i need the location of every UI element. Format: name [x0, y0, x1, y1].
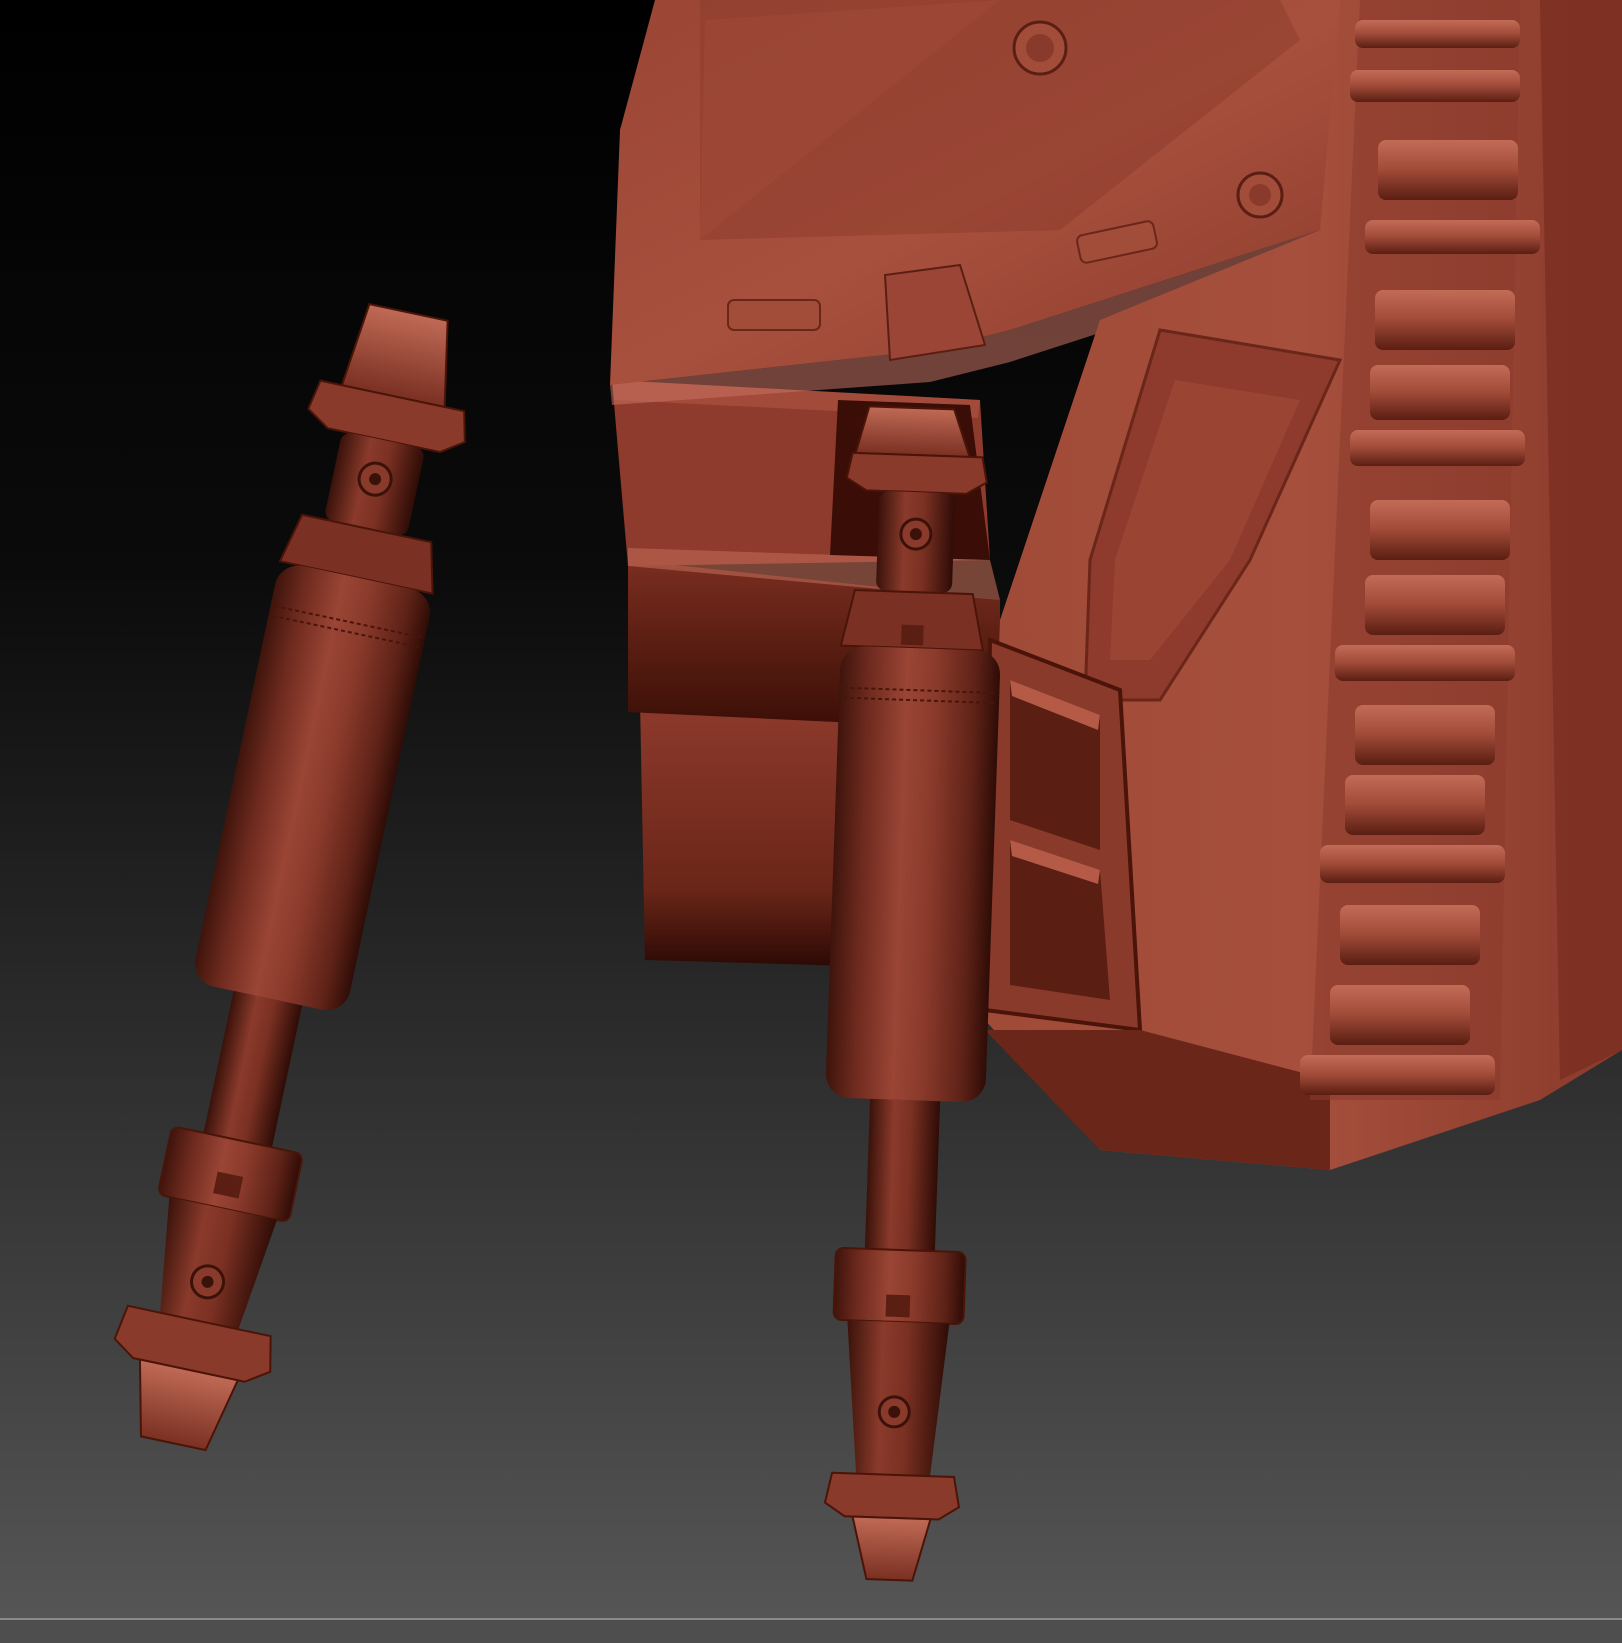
sculpt-render [0, 0, 1622, 1643]
3d-sculpt-viewport[interactable] [0, 0, 1622, 1643]
viewport-bottom-rule [0, 1618, 1622, 1620]
viewport-bottom-strip [0, 1620, 1622, 1643]
